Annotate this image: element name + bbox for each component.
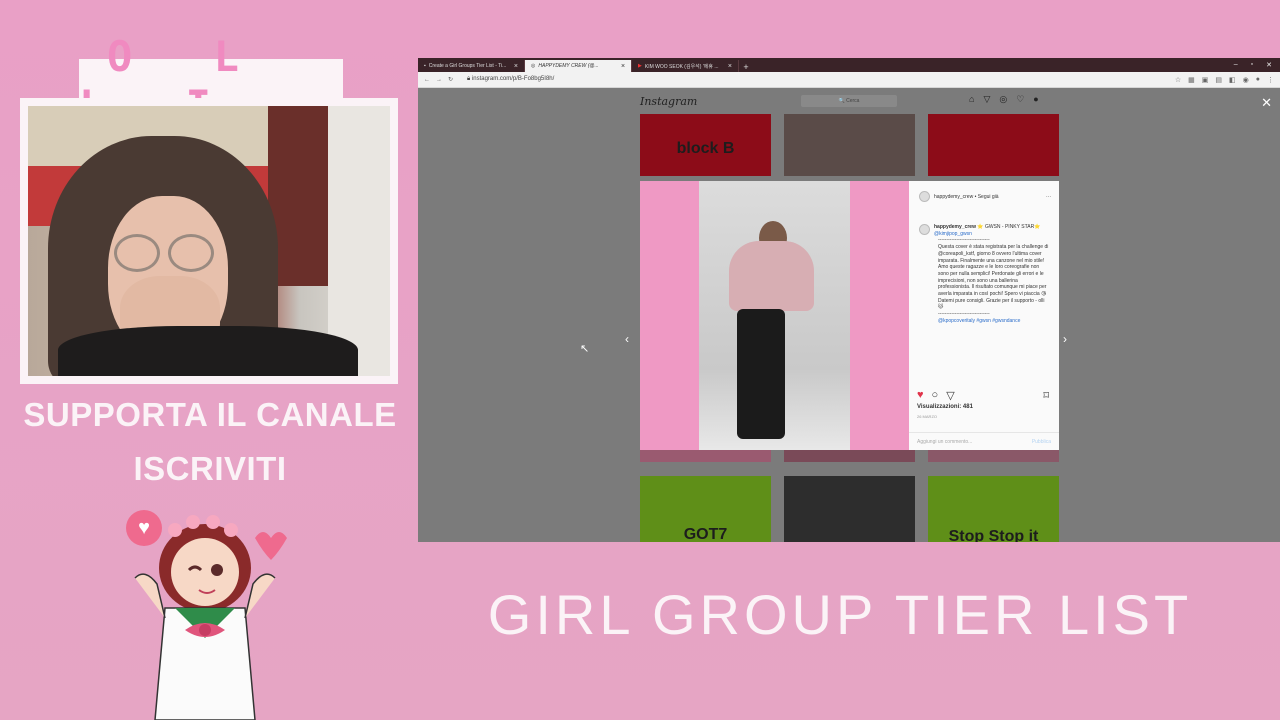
- like-heart-icon[interactable]: ♥: [917, 389, 924, 402]
- grid-thumbnail[interactable]: [928, 114, 1059, 176]
- close-tab-icon[interactable]: ×: [514, 63, 518, 70]
- new-tab-button[interactable]: +: [739, 62, 753, 72]
- mascot-character: [134, 515, 287, 720]
- back-icon[interactable]: ←: [424, 77, 430, 83]
- extensions-bar: ☆ ▦ ▣ ▤ ◧ ◉ ● ⋮: [1175, 76, 1274, 84]
- maximize-button[interactable]: ▫: [1251, 61, 1253, 69]
- post-details-panel: happydemy_crew • Segui già ··· happydemy…: [909, 181, 1059, 450]
- lock-icon: 🔒︎: [467, 76, 471, 82]
- tab-label: Create a Girl Groups Tier List - Ti...: [428, 63, 507, 69]
- previous-post-icon[interactable]: ‹: [625, 332, 629, 346]
- caption-divider: -------------------------------: [938, 237, 990, 244]
- search-input[interactable]: 🔍 Cerca: [801, 95, 897, 107]
- browser-toolbar: ← → ↻ 🔒︎ instagram.com/p/B-Fo8bg5I8h/ ☆ …: [418, 72, 1280, 88]
- menu-icon[interactable]: ⋮: [1267, 76, 1274, 84]
- instagram-header: Instagram 🔍 Cerca ⌂ ▽ ◎ ♡ ● ✕: [418, 88, 1280, 114]
- bookmark-star-icon[interactable]: ☆: [1175, 76, 1181, 84]
- close-tab-icon[interactable]: ×: [728, 63, 732, 70]
- close-post-icon[interactable]: ✕: [1261, 95, 1272, 111]
- post-date: 26 MARZO: [917, 414, 938, 419]
- tab-instagram[interactable]: ◎ HAPPYDEMY CREW (@... ×: [525, 60, 632, 72]
- extension-icon[interactable]: ◧: [1229, 76, 1236, 84]
- profile-avatar[interactable]: ●: [1256, 76, 1260, 84]
- more-options-icon[interactable]: ···: [1046, 194, 1051, 200]
- tab-bar: ▪ Create a Girl Groups Tier List - Ti...…: [418, 58, 1280, 72]
- url-text: instagram.com/p/B-Fo8bg5I8h/: [471, 76, 555, 82]
- grid-thumbnail[interactable]: [784, 476, 915, 542]
- minimize-button[interactable]: –: [1234, 61, 1238, 69]
- home-icon[interactable]: ⌂: [969, 94, 974, 105]
- tab-favicon-icon: ▪: [424, 63, 426, 69]
- grid-thumbnail[interactable]: [784, 450, 915, 462]
- extension-icon[interactable]: ▤: [1215, 76, 1222, 84]
- browser-window: ▪ Create a Girl Groups Tier List - Ti...…: [418, 58, 1280, 542]
- explore-icon[interactable]: ◎: [999, 94, 1007, 105]
- comment-input[interactable]: Aggiungi un commento...: [917, 439, 972, 445]
- grid-thumbnail[interactable]: block B: [640, 114, 771, 176]
- comment-box: Aggiungi un commento... Pubblica: [909, 432, 1059, 450]
- avatar[interactable]: [919, 224, 930, 235]
- youtube-favicon-icon: ▶: [638, 63, 642, 69]
- caption-song: ⭐ GWSN - PINKY STAR⭐: [977, 224, 1041, 230]
- reload-icon[interactable]: ↻: [448, 76, 453, 83]
- direct-icon[interactable]: ▽: [983, 94, 990, 105]
- extension-icon[interactable]: ▣: [1202, 76, 1209, 84]
- tab-tier-list[interactable]: ▪ Create a Girl Groups Tier List - Ti...…: [418, 60, 525, 72]
- bookmark-icon[interactable]: ⌑: [1043, 389, 1049, 402]
- extension-icon[interactable]: ◉: [1243, 76, 1249, 84]
- avatar[interactable]: [919, 191, 930, 202]
- instagram-nav-icons: ⌂ ▽ ◎ ♡ ●: [969, 94, 1039, 105]
- window-controls: – ▫ ✕: [1234, 61, 1280, 69]
- grid-thumbnail[interactable]: Stop Stop it: [928, 476, 1059, 542]
- grid-thumbnail[interactable]: [640, 450, 771, 462]
- close-window-button[interactable]: ✕: [1266, 61, 1272, 69]
- address-bar[interactable]: 🔒︎ instagram.com/p/B-Fo8bg5I8h/: [467, 76, 554, 83]
- post-actions: ♥ ○ ▽ ⌑: [917, 389, 1049, 402]
- post-author-header[interactable]: happydemy_crew • Segui già: [934, 194, 999, 200]
- hashtags-link[interactable]: @kpopcoveritaly #gwsn #gwsndance: [938, 318, 1051, 325]
- close-tab-icon[interactable]: ×: [621, 63, 625, 70]
- webcam-frame: [20, 98, 398, 384]
- webcam-feed: [28, 106, 390, 376]
- support-line-2: ISCRIVITI: [133, 450, 287, 487]
- grid-thumbnail[interactable]: [784, 114, 915, 176]
- post-header: happydemy_crew • Segui già ···: [919, 191, 1051, 202]
- profile-icon[interactable]: ●: [1033, 94, 1038, 105]
- channel-name-banner: O L L I: [79, 32, 343, 130]
- publish-button[interactable]: Pubblica: [1032, 439, 1051, 445]
- activity-heart-icon[interactable]: ♡: [1016, 94, 1024, 105]
- caption-divider-2: -------------------------------: [938, 311, 990, 318]
- mouse-cursor-icon: ↖: [580, 343, 590, 355]
- next-post-icon[interactable]: ›: [1063, 332, 1067, 346]
- tab-label: HAPPYDEMY CREW (@...: [538, 63, 599, 69]
- share-icon[interactable]: ▽: [946, 389, 954, 402]
- caption-author[interactable]: happydemy_crew: [934, 224, 976, 230]
- grid-thumbnail[interactable]: [928, 450, 1059, 462]
- post-caption: happydemy_crew ⭐ GWSN - PINKY STAR⭐ @kim…: [919, 224, 1051, 325]
- support-text: SUPPORTA IL CANALE ISCRIVITI: [0, 388, 420, 496]
- video-title: GIRL GROUP TIER LIST: [487, 583, 1193, 646]
- dance-video-frame: [699, 181, 850, 450]
- view-count: Visualizzazioni: 481: [917, 404, 973, 410]
- tab-label: KIM WOO SEOK (김우석) '에휴 ...: [644, 63, 719, 70]
- grid-thumbnail[interactable]: GOT7: [640, 476, 771, 542]
- instagram-logo[interactable]: Instagram: [640, 95, 697, 108]
- caption-tag-link[interactable]: @kimjipop_gwsn: [934, 231, 972, 237]
- post-viewer: happydemy_crew • Segui già ··· happydemy…: [640, 181, 1059, 450]
- instagram-favicon-icon: ◎: [531, 63, 536, 69]
- comment-icon[interactable]: ○: [932, 389, 939, 402]
- extension-icon[interactable]: ▦: [1188, 76, 1195, 84]
- support-line-1: SUPPORTA IL CANALE: [23, 396, 397, 433]
- tab-youtube[interactable]: ▶ KIM WOO SEOK (김우석) '에휴 ... ×: [632, 60, 739, 72]
- forward-icon[interactable]: →: [436, 77, 442, 83]
- post-video[interactable]: [640, 181, 909, 450]
- caption-text: Questa cover è stata registrata per la c…: [938, 244, 1049, 311]
- instagram-page: Instagram 🔍 Cerca ⌂ ▽ ◎ ♡ ● ✕ block B ‹ …: [418, 88, 1280, 542]
